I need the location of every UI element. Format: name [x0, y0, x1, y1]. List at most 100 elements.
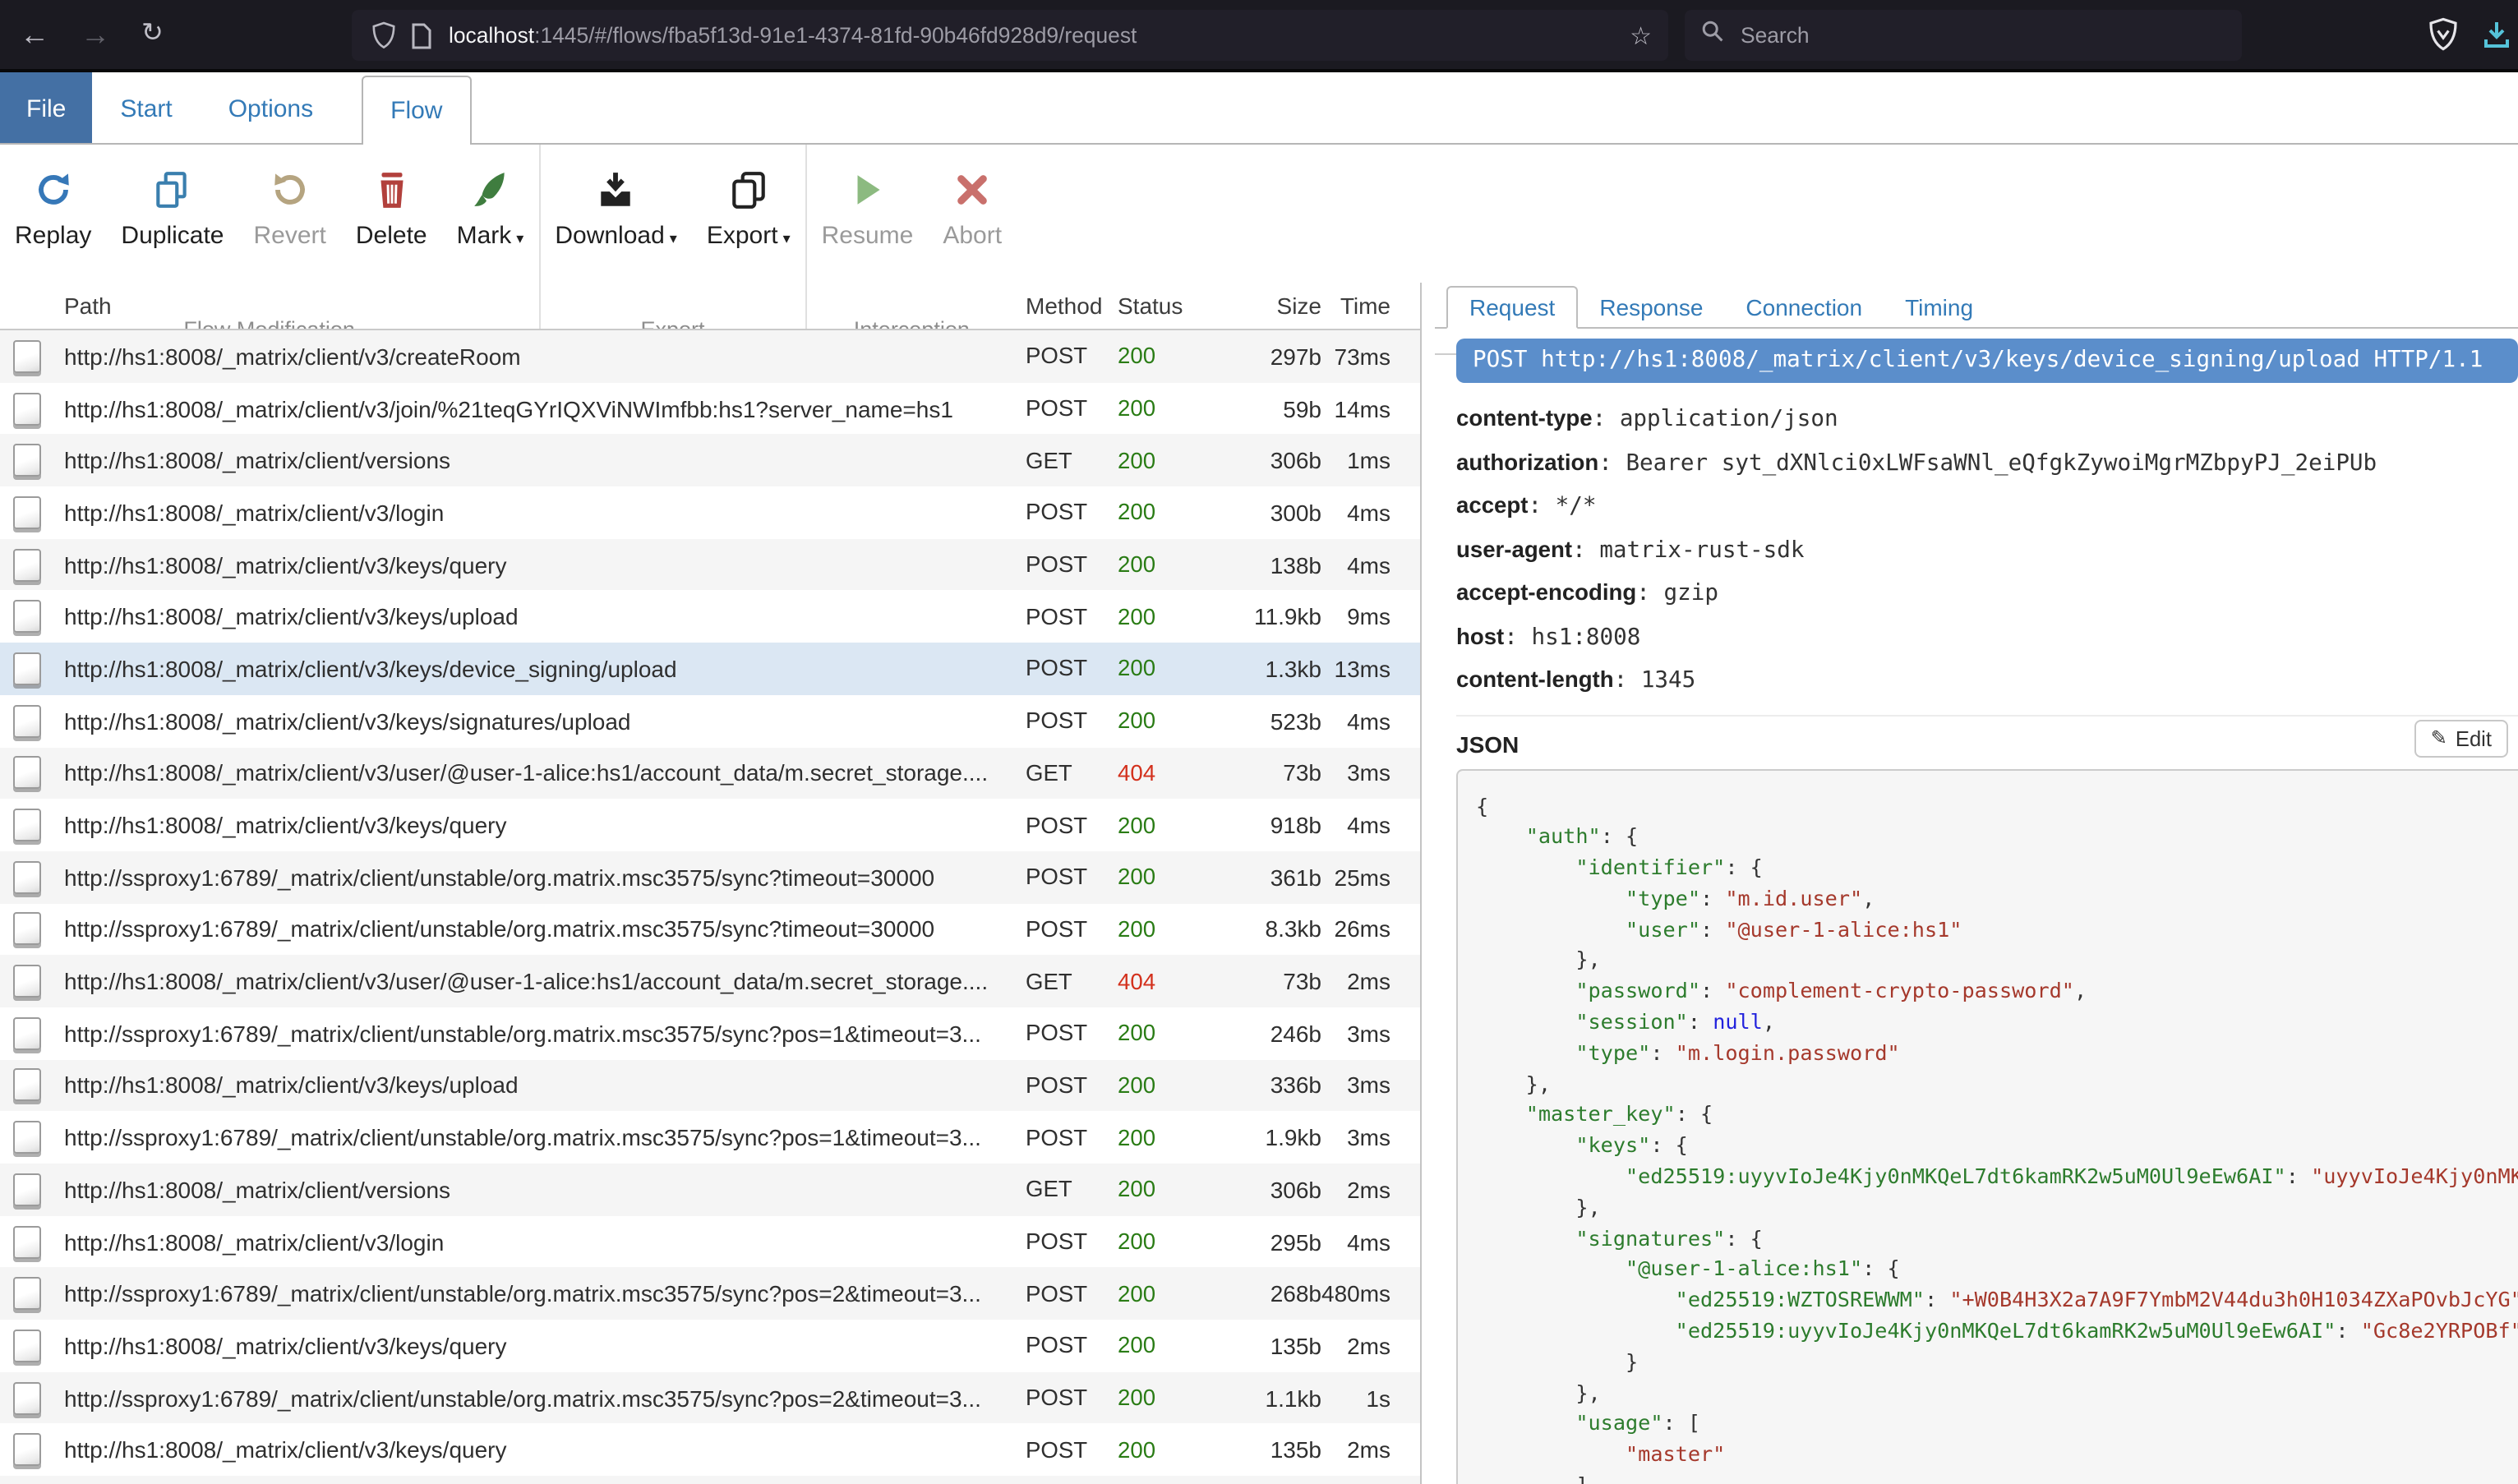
table-row[interactable]: http://hs1:8008/_matrix/client/v3/user/@…	[0, 747, 1420, 799]
flow-size: 297b	[1197, 343, 1321, 370]
app-window: ← → ↻ localhost:1445/#/flows/fba5f13d-91…	[0, 0, 2518, 1484]
table-row[interactable]: http://hs1:8008/_matrix/client/v3/create…	[0, 330, 1420, 382]
bookmark-star-icon[interactable]: ☆	[1630, 21, 1652, 50]
page-info-icon[interactable]	[411, 22, 432, 48]
tab-timing[interactable]: Timing	[1884, 288, 1995, 327]
flow-method: POST	[1026, 1125, 1118, 1150]
flow-status: 404	[1118, 761, 1197, 786]
downloads-icon[interactable]	[2482, 19, 2511, 50]
document-icon	[13, 913, 41, 946]
header-time[interactable]: Time	[1321, 293, 1400, 319]
table-row[interactable]: http://hs1:8008/_matrix/client/v3/keys/q…	[0, 539, 1420, 591]
list-scrollbar[interactable]	[1420, 283, 1435, 1484]
flow-list: Path Method Status Size Time http://hs1:…	[0, 283, 1420, 1484]
table-row[interactable]: http://ssproxy1:6789/_matrix/client/unst…	[0, 1268, 1420, 1320]
document-icon	[13, 1330, 41, 1362]
document-icon	[13, 601, 41, 634]
edit-button[interactable]: ✎ Edit	[2414, 719, 2508, 757]
flow-size: 246b	[1197, 1021, 1321, 1047]
tab-connection[interactable]: Connection	[1724, 288, 1884, 327]
request-header: content-type: application/json	[1456, 398, 2518, 441]
request-line[interactable]: POST http://hs1:8008/_matrix/client/v3/k…	[1456, 339, 2518, 383]
flow-size: 135b	[1197, 1437, 1321, 1463]
flow-size: 1.3kb	[1197, 656, 1321, 682]
header-path[interactable]: Path	[59, 293, 1026, 319]
table-row[interactable]: http://ssproxy1:6789/_matrix/client/unst…	[0, 1372, 1420, 1424]
flow-time: 1ms	[1321, 447, 1400, 473]
request-header: user-agent: matrix-rust-sdk	[1456, 528, 2518, 572]
menu-tab-options[interactable]: Options	[201, 72, 341, 145]
table-row[interactable]: http://ssproxy1:6789/_matrix/client/unst…	[0, 1007, 1420, 1059]
flow-method: POST	[1026, 1385, 1118, 1410]
flow-time: 2ms	[1321, 1437, 1400, 1463]
document-icon	[13, 1069, 41, 1102]
table-row[interactable]: http://ssproxy1:6789/_matrix/client/unst…	[0, 851, 1420, 903]
table-row[interactable]: http://ssproxy1:6789/_matrix/client/unst…	[0, 903, 1420, 955]
shield-icon[interactable]	[371, 21, 396, 49]
table-row[interactable]: http://hs1:8008/_matrix/client/v3/keys/u…	[0, 591, 1420, 643]
table-row[interactable]: http://hs1:8008/_matrix/client/v3/loginP…	[0, 486, 1420, 538]
table-row[interactable]: http://hs1:8008/_matrix/client/v3/user/@…	[0, 956, 1420, 1007]
flow-time: 4ms	[1321, 551, 1400, 578]
json-line: "master"	[1476, 1440, 2518, 1471]
flow-size: 138b	[1197, 551, 1321, 578]
table-row[interactable]: http://hs1:8008/_matrix/client/v3/loginP…	[0, 1215, 1420, 1267]
search-input[interactable]	[1737, 21, 2242, 49]
menu-tab-flow[interactable]: Flow	[361, 76, 472, 145]
tab-request[interactable]: Request	[1446, 286, 1578, 329]
document-icon	[13, 757, 41, 790]
search-bar[interactable]	[1685, 10, 2242, 61]
json-line: },	[1476, 1378, 2518, 1409]
menu-tab-start[interactable]: Start	[92, 72, 200, 145]
flow-status: 200	[1118, 1229, 1197, 1254]
flow-method: GET	[1026, 448, 1118, 472]
menu-tabs: FileStartOptions Flow	[0, 72, 2518, 145]
header-size[interactable]: Size	[1197, 293, 1321, 319]
header-method[interactable]: Method	[1026, 293, 1118, 319]
request-header: accept: */*	[1456, 485, 2518, 528]
json-line: },	[1476, 1193, 2518, 1224]
header-status[interactable]: Status	[1118, 293, 1197, 319]
table-row[interactable]: http://hs1:8008/_matrix/client/versionsG…	[0, 1164, 1420, 1215]
table-row[interactable]: http://hs1:8008/_matrix/client/versionsG…	[0, 435, 1420, 486]
protections-shield-icon[interactable]	[2428, 17, 2459, 52]
flow-time: 4ms	[1321, 1228, 1400, 1255]
table-row[interactable]: http://hs1:8008/_matrix/client/v3/keys/q…	[0, 1424, 1420, 1476]
table-row[interactable]: http://hs1:8008/_matrix/client/v3/join/%…	[0, 382, 1420, 434]
flow-path: http://hs1:8008/_matrix/client/v3/keys/d…	[59, 656, 1026, 682]
json-body[interactable]: { "auth": { "identifier": { "type": "m.i…	[1456, 768, 2518, 1484]
table-row[interactable]	[0, 1476, 1420, 1484]
menu-tab-file[interactable]: File	[0, 72, 92, 145]
flow-status: 200	[1118, 1334, 1197, 1358]
table-row[interactable]: http://hs1:8008/_matrix/client/v3/keys/q…	[0, 799, 1420, 850]
flow-status: 200	[1118, 448, 1197, 472]
document-icon	[13, 1121, 41, 1154]
url-bar[interactable]: localhost:1445/#/flows/fba5f13d-91e1-437…	[352, 10, 1668, 61]
table-row[interactable]: http://hs1:8008/_matrix/client/v3/keys/s…	[0, 695, 1420, 747]
forward-icon[interactable]: →	[81, 20, 110, 49]
resume-icon	[846, 164, 888, 214]
flow-list-header[interactable]: Path Method Status Size Time	[0, 283, 1420, 330]
back-icon[interactable]: ←	[20, 20, 49, 49]
document-icon	[13, 652, 41, 685]
flow-time: 3ms	[1321, 1124, 1400, 1150]
flow-method: POST	[1026, 864, 1118, 889]
flow-status: 200	[1118, 1385, 1197, 1410]
table-row[interactable]: http://hs1:8008/_matrix/client/v3/keys/d…	[0, 643, 1420, 694]
table-row[interactable]: http://hs1:8008/_matrix/client/v3/keys/u…	[0, 1059, 1420, 1111]
table-row[interactable]: http://ssproxy1:6789/_matrix/client/unst…	[0, 1112, 1420, 1164]
flow-path: http://hs1:8008/_matrix/client/v3/keys/q…	[59, 1437, 1026, 1463]
flow-size: 1.9kb	[1197, 1124, 1321, 1150]
flow-size: 11.9kb	[1197, 604, 1321, 630]
request-header: accept-encoding: gzip	[1456, 572, 2518, 615]
reload-icon[interactable]: ↻	[141, 21, 164, 48]
json-line: {	[1476, 791, 2518, 823]
json-line: "@user-1-alice:hs1": {	[1476, 1255, 2518, 1286]
table-row[interactable]: http://hs1:8008/_matrix/client/v3/keys/q…	[0, 1320, 1420, 1371]
flow-size: 361b	[1197, 864, 1321, 890]
tab-response[interactable]: Response	[1578, 288, 1724, 327]
json-line: "type": "m.id.user",	[1476, 884, 2518, 915]
detail-tabs: RequestResponseConnectionTiming	[1435, 283, 2518, 329]
flow-size: 59b	[1197, 395, 1321, 422]
json-line: "session": null,	[1476, 1007, 2518, 1039]
